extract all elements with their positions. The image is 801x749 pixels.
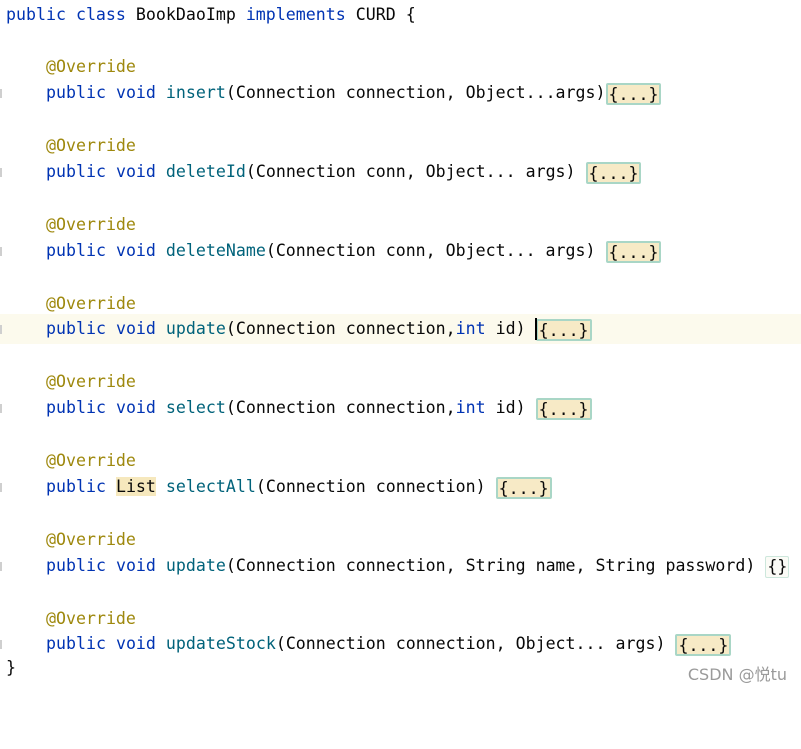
method-params: (Connection connection, Object... args) [275,634,676,653]
return-type: void [115,634,156,653]
keyword-public: public [46,83,106,102]
gutter-fold-marker[interactable] [0,483,2,492]
keyword-public: public [46,241,106,260]
keyword-public: public [6,5,66,24]
code-line-method-select[interactable]: public void select(Connection connection… [0,393,801,423]
method-params: (Connection connection, Object...args) [225,83,606,102]
keyword-int: int [455,319,486,338]
method-params: (Connection connection) [255,477,496,496]
return-type: void [115,556,156,575]
folded-code-block[interactable]: {...} [535,318,592,341]
keyword-public: public [46,398,106,417]
keyword-public: public [46,634,106,653]
method-params: (Connection connection, String name, Str… [225,556,766,575]
method-name: deleteName [165,241,266,260]
folded-code-block[interactable]: {...} [585,161,642,184]
class-name: BookDaoImp [135,5,236,24]
method-params: id) [485,319,536,338]
open-brace: { [405,5,416,24]
folded-code-block[interactable]: {...} [605,82,662,105]
keyword-class: class [75,5,126,24]
close-brace: } [6,658,16,677]
method-params: (Connection conn, Object... args) [265,241,606,260]
method-name: insert [165,83,226,102]
return-type: void [115,83,156,102]
method-params: (Connection connection, [225,398,456,417]
return-type: void [115,319,156,338]
method-params: id) [485,398,536,417]
text-caret [535,318,537,340]
method-params: (Connection connection, [225,319,456,338]
code-editor[interactable]: public class BookDaoImp implements CURD … [0,0,801,691]
interface-name: CURD [355,5,396,24]
code-line-method-update-current[interactable]: public void update(Connection connection… [0,314,801,344]
keyword-int: int [455,398,486,417]
method-name: update [165,556,226,575]
code-line-closing-brace[interactable]: } [0,653,801,683]
gutter-fold-marker[interactable] [0,404,2,413]
watermark-text: CSDN @悦tu [687,665,787,684]
code-line-method-update-overload[interactable]: public void update(Connection connection… [0,551,801,581]
gutter-fold-marker[interactable] [0,89,2,98]
method-name: updateStock [165,634,276,653]
gutter-fold-marker[interactable] [0,247,2,256]
return-type: void [115,162,156,181]
keyword-public: public [46,477,106,496]
code-line-method-deleteName[interactable]: public void deleteName(Connection conn, … [0,236,801,266]
return-type: void [115,241,156,260]
method-name: selectAll [165,477,256,496]
code-line-method-selectAll[interactable]: public List selectAll(Connection connect… [0,472,801,502]
gutter-fold-marker[interactable] [0,168,2,177]
folded-code-block[interactable]: {...} [605,240,662,263]
method-name: update [165,319,226,338]
keyword-public: public [46,162,106,181]
gutter-fold-marker[interactable] [0,562,2,571]
method-params: (Connection conn, Object... args) [245,162,586,181]
code-line-class-declaration[interactable]: public class BookDaoImp implements CURD … [0,0,801,30]
keyword-implements: implements [245,5,346,24]
method-name: select [165,398,226,417]
folded-code-block[interactable]: {...} [535,397,592,420]
gutter-fold-marker[interactable] [0,325,2,334]
gutter-fold-marker[interactable] [0,640,2,649]
code-line-method-insert[interactable]: public void insert(Connection connection… [0,78,801,108]
keyword-public: public [46,556,106,575]
return-type-highlighted: List [115,477,156,496]
return-type: void [115,398,156,417]
method-name: deleteId [165,162,246,181]
empty-code-block[interactable]: {} [765,555,790,578]
code-line-method-deleteId[interactable]: public void deleteId(Connection conn, Ob… [0,157,801,187]
folded-code-block[interactable]: {...} [495,476,552,499]
keyword-public: public [46,319,106,338]
